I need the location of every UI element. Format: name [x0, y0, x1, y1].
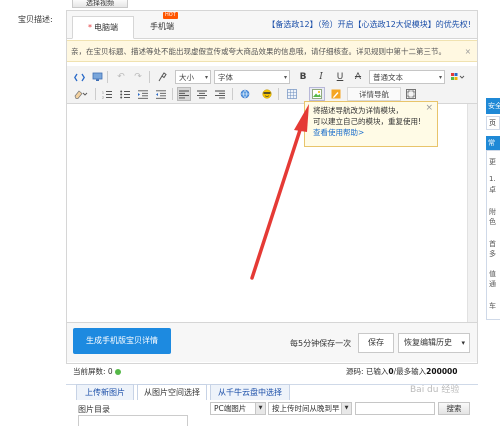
screen-count: 当前屏数: 0 [73, 366, 121, 377]
list-item[interactable]: 多 [489, 249, 496, 259]
close-icon[interactable]: × [465, 41, 471, 61]
chevron-down-icon: ▼ [255, 403, 265, 414]
paragraph-format-value: 普通文本 [373, 72, 403, 82]
indent-icon[interactable] [136, 87, 150, 101]
module-priority-notice[interactable]: 【备选政12】（殓）开启【心选政12大促模块】的优先权! [267, 19, 471, 30]
source-icon[interactable] [72, 70, 86, 84]
align-center-icon[interactable] [195, 87, 209, 101]
image-type-select[interactable]: PC端图片 ▼ [210, 402, 266, 415]
list-item[interactable]: 1. [489, 175, 496, 183]
tooltip-line-2: 可以建立自己的模块，重复使用! [313, 117, 422, 126]
unordered-list-icon[interactable] [118, 87, 132, 101]
usage-help-link[interactable]: 查看使用帮助> [313, 127, 423, 138]
select-video-button[interactable]: 选择视频 [72, 0, 128, 8]
tab-pc-label: 电脑端 [94, 23, 118, 32]
char-count-max: 200000 [426, 367, 458, 376]
save-button[interactable]: 保存 [358, 333, 394, 353]
preview-icon[interactable] [90, 70, 104, 84]
watermark-logo: Bai du 经验 [410, 385, 460, 395]
char-count-prefix: 源码: 已输入 [346, 367, 389, 376]
tab-image-space[interactable]: 从图片空间选择 [137, 384, 207, 400]
content-warning-bar: 亲，在宝贝标题、描述等处不能出现虚假宣传或夸大商品效果的信息哦，请仔细核查。详见… [67, 40, 477, 62]
bold-button[interactable]: B [296, 70, 310, 84]
table-icon[interactable] [285, 87, 299, 101]
tab-upload-image[interactable]: 上传新图片 [76, 384, 134, 400]
char-count: 源码: 已输入0/最多输入200000 [346, 366, 457, 377]
undo-icon[interactable]: ↶ [114, 70, 128, 84]
status-dot-icon [114, 369, 121, 375]
emoticon-icon[interactable] [260, 87, 274, 101]
italic-button[interactable]: I [314, 70, 328, 84]
redo-icon[interactable]: ↷ [131, 70, 145, 84]
link-icon[interactable] [238, 87, 252, 101]
required-star: * [88, 23, 92, 32]
image-directory-tree[interactable] [78, 415, 188, 426]
right-panel-header: 安全 [486, 98, 500, 114]
tooltip-line-1: 将描述导航改为详情模块， [313, 106, 403, 115]
image-sort-value: 按上传时间从晚到早 [272, 404, 340, 413]
description-label: 宝贝描述: [18, 15, 53, 24]
chevron-down-icon: ▾ [204, 74, 208, 81]
font-size-value: 大小 [179, 72, 194, 82]
list-item[interactable]: 值 [489, 269, 496, 279]
color-grid-icon[interactable] [449, 70, 467, 84]
tab-qianniu-cloud[interactable]: 从千牛云盘中选择 [210, 384, 290, 400]
chevron-down-icon: ▾ [438, 74, 442, 81]
font-size-select[interactable]: 大小 ▾ [175, 70, 211, 84]
strikethrough-button[interactable]: A [351, 70, 365, 84]
right-panel-faq-list: 更 1. 卓 附 色 首 多 值 通 车 [486, 150, 500, 320]
image-type-value: PC端图片 [214, 404, 247, 413]
format-brush-icon[interactable] [155, 70, 169, 84]
detail-nav-button[interactable]: 详情导航 [347, 87, 401, 101]
align-right-icon[interactable] [213, 87, 227, 101]
search-button[interactable]: 搜索 [438, 402, 470, 415]
image-sort-select[interactable]: 按上传时间从晚到早 ▼ [268, 402, 352, 415]
close-icon[interactable]: × [425, 103, 433, 114]
list-item[interactable]: 首 [489, 239, 496, 249]
warning-text: 亲，在宝贝标题、描述等处不能出现虚假宣传或夸大商品效果的信息哦，请仔细核查。详见… [71, 47, 446, 56]
detail-module-tooltip: 将描述导航改为详情模块， 可以建立自己的模块，重复使用! 查看使用帮助> × [304, 101, 438, 147]
restore-history-button[interactable]: 恢复编辑历史 ▾ [398, 333, 470, 353]
font-family-select[interactable]: 字体 ▾ [214, 70, 290, 84]
screen-count-text: 当前屏数: 0 [73, 367, 113, 376]
align-left-icon[interactable] [177, 87, 191, 101]
generate-mobile-detail-button[interactable]: 生成手机版宝贝详情 [73, 328, 171, 354]
image-search-input[interactable] [355, 402, 435, 415]
editor-toolbar: ↶ ↷ 大小 ▾ 字体 ▾ B I U A 普通文本 ▾ 12 详情导航 [67, 66, 477, 104]
svg-text:2: 2 [102, 95, 104, 99]
autosave-hint: 每5分钟保存一次 [290, 339, 352, 348]
paragraph-format-select[interactable]: 普通文本 ▾ [369, 70, 445, 84]
restore-history-label: 恢复编辑历史 [404, 338, 452, 347]
edit-icon[interactable] [329, 87, 343, 101]
tab-pc[interactable]: * 电脑端 [72, 16, 134, 39]
font-family-value: 字体 [218, 72, 233, 82]
tab-mobile[interactable]: 手机端 [137, 16, 187, 39]
list-item[interactable]: 卓 [489, 185, 496, 195]
hot-badge: HOT [163, 12, 178, 19]
image-directory-label: 图片目录 [78, 405, 110, 414]
list-item[interactable]: 色 [489, 217, 496, 227]
list-item[interactable]: 附 [489, 207, 496, 217]
device-tab-bar: * 电脑端 手机端 HOT 【备选政12】（殓）开启【心选政12大促模块】的优先权… [67, 11, 477, 39]
outdent-icon[interactable] [154, 87, 168, 101]
tab-mobile-label: 手机端 [150, 22, 174, 31]
right-panel-subheader[interactable]: 页面 [486, 116, 500, 130]
chevron-down-icon: ▼ [341, 403, 351, 414]
char-count-mid: /最多输入 [393, 367, 427, 376]
list-item[interactable]: 车 [489, 301, 496, 311]
chevron-down-icon: ▾ [461, 339, 465, 347]
editor-scrollbar[interactable] [467, 104, 477, 322]
chevron-down-icon: ▾ [283, 74, 287, 81]
svg-text:1: 1 [102, 90, 104, 94]
ordered-list-icon[interactable]: 12 [100, 87, 114, 101]
underline-button[interactable]: U [333, 70, 347, 84]
list-item[interactable]: 更 [489, 157, 496, 167]
list-item[interactable]: 通 [489, 279, 496, 289]
image-icon[interactable] [309, 87, 325, 101]
fullscreen-icon[interactable] [404, 87, 418, 101]
eraser-icon[interactable] [72, 87, 90, 101]
right-panel-faq-header: 常见 [486, 136, 500, 150]
